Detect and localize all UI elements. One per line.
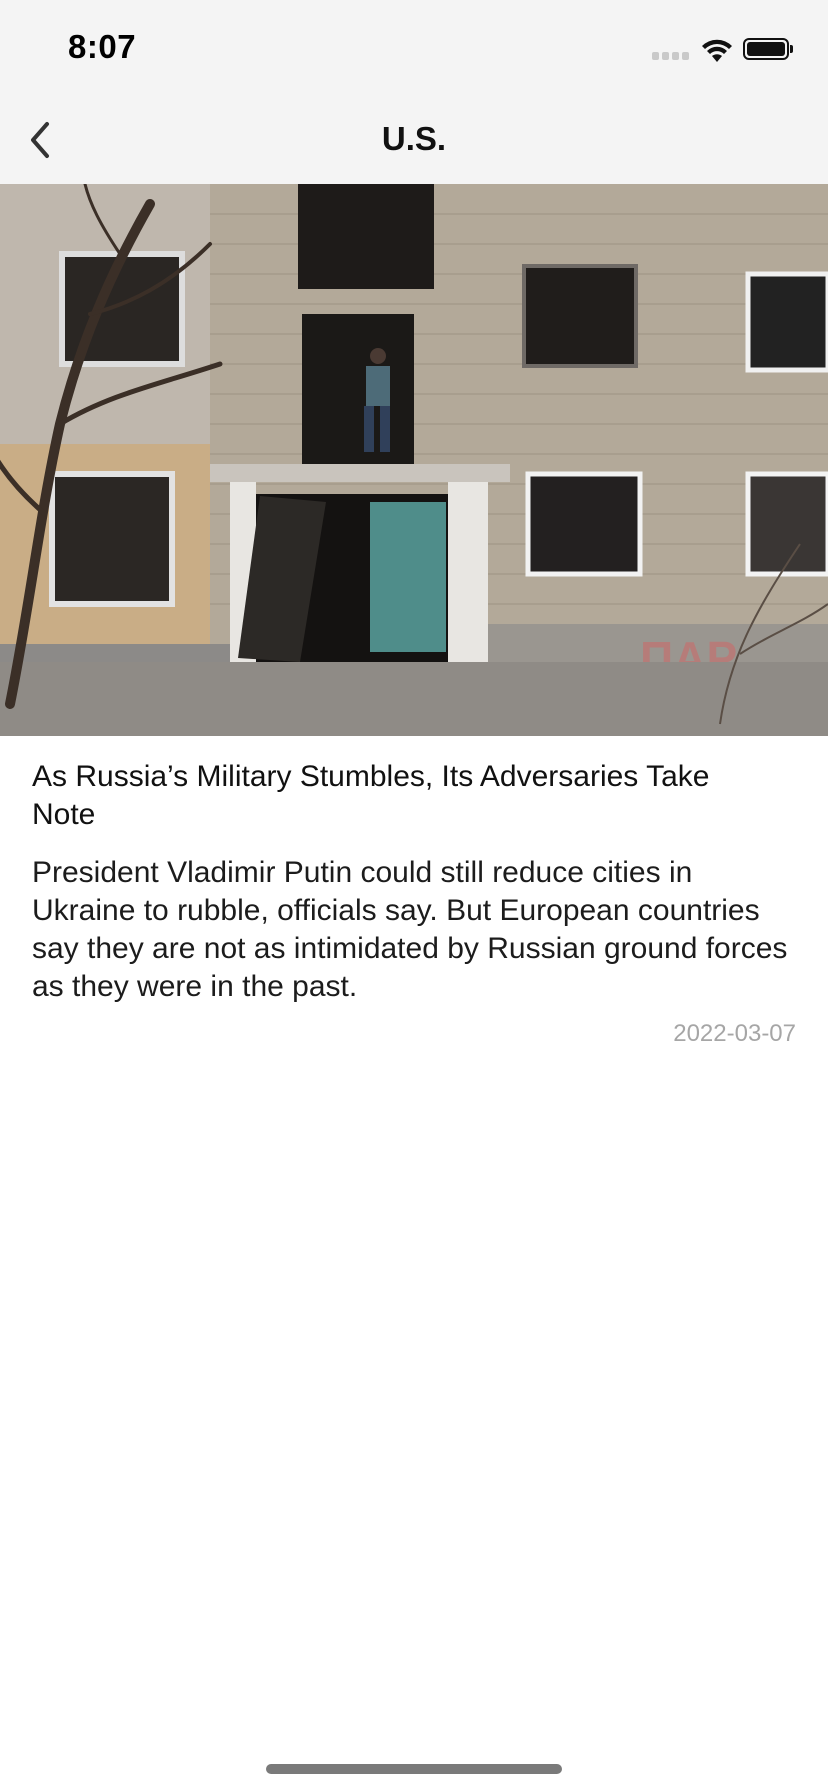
home-indicator[interactable] [266, 1764, 562, 1774]
status-time: 8:07 [68, 28, 137, 65]
page-title: U.S. [381, 120, 447, 157]
wifi-icon [700, 38, 734, 64]
article-photo[interactable]: ΠΑΡ [0, 184, 828, 736]
navigation-bar: U.S. [0, 96, 828, 184]
article-card[interactable]: As Russia’s Military Stumbles, Its Adver… [0, 736, 828, 1047]
status-bar: 8:07 [0, 0, 828, 96]
article-summary: President Vladimir Putin could still red… [32, 856, 788, 1003]
article-headline[interactable]: As Russia’s Military Stumbles, Its Adver… [32, 758, 752, 834]
cellular-signal-icon [652, 52, 692, 62]
battery-icon [743, 38, 793, 60]
article-date: 2022-03-07 [673, 1020, 796, 1047]
